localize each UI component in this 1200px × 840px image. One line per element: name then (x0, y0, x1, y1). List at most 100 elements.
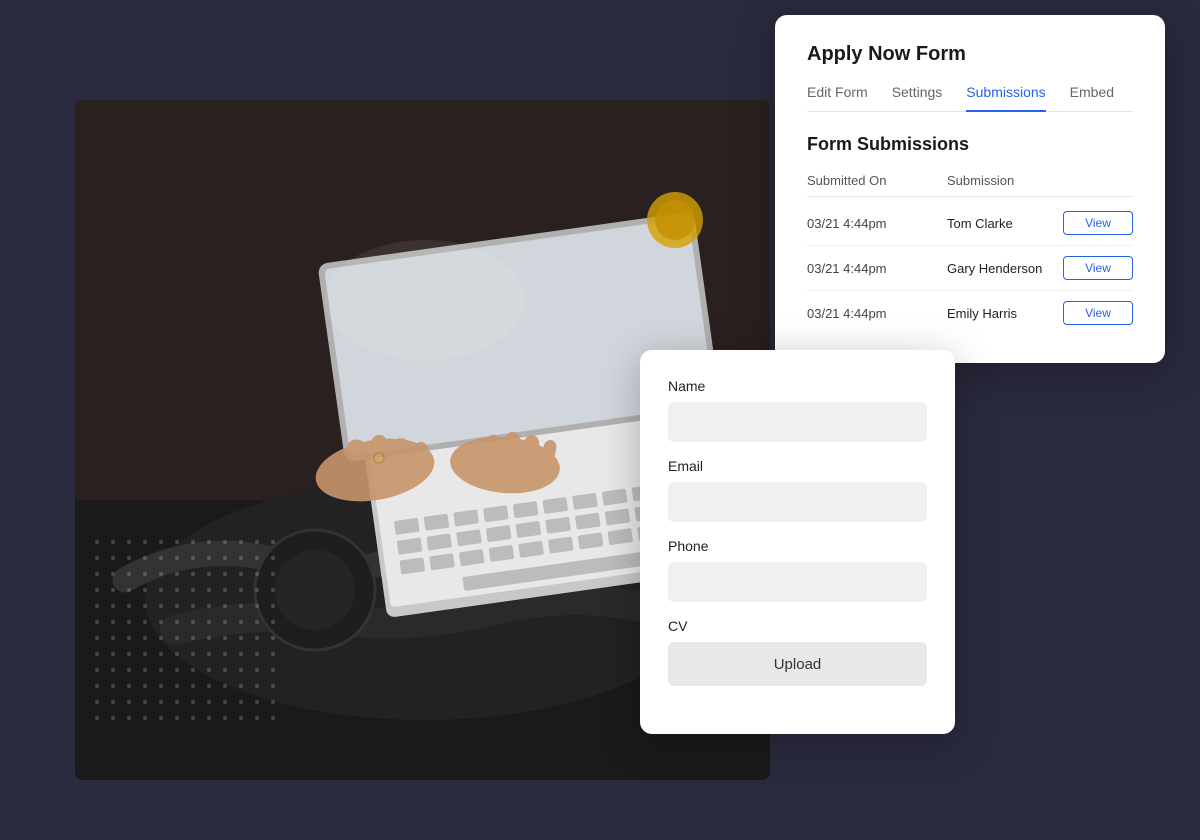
row-3-view-button[interactable]: View (1063, 301, 1133, 325)
dot (255, 556, 259, 560)
email-label: Email (668, 458, 927, 474)
tab-edit-form[interactable]: Edit Form (807, 84, 868, 112)
dot (207, 716, 211, 720)
dot (95, 572, 99, 576)
dot (159, 636, 163, 640)
dot (111, 636, 115, 640)
dot (127, 604, 131, 608)
dot (95, 700, 99, 704)
dot (255, 652, 259, 656)
dot (159, 572, 163, 576)
dot (239, 540, 243, 544)
row-1-view-button[interactable]: View (1063, 211, 1133, 235)
dot (111, 572, 115, 576)
dot (271, 620, 275, 624)
dot (127, 716, 131, 720)
dot (239, 572, 243, 576)
dot (143, 620, 147, 624)
row-2-view-button[interactable]: View (1063, 256, 1133, 280)
dot (239, 652, 243, 656)
tabs-row: Edit Form Settings Submissions Embed (807, 84, 1133, 112)
dot (223, 540, 227, 544)
dot (271, 652, 275, 656)
dot (255, 636, 259, 640)
dot (159, 540, 163, 544)
dot (223, 716, 227, 720)
dot (143, 636, 147, 640)
dot (191, 540, 195, 544)
dot (223, 604, 227, 608)
submissions-card: Apply Now Form Edit Form Settings Submis… (775, 15, 1165, 363)
name-field-group: Name (668, 378, 927, 442)
dot (191, 652, 195, 656)
dot (95, 540, 99, 544)
dot (175, 572, 179, 576)
dot (159, 556, 163, 560)
dot (191, 588, 195, 592)
dot (191, 716, 195, 720)
dot (191, 572, 195, 576)
row-3-name: Emily Harris (947, 306, 1063, 321)
row-1-date: 03/21 4:44pm (807, 216, 947, 231)
section-heading: Form Submissions (807, 134, 1133, 155)
dot (239, 684, 243, 688)
dot (159, 684, 163, 688)
dot (271, 572, 275, 576)
dot (255, 700, 259, 704)
card-title: Apply Now Form (807, 43, 1133, 66)
cv-field-group: CV Upload (668, 618, 927, 686)
dot (159, 620, 163, 624)
dot (271, 668, 275, 672)
dot (111, 652, 115, 656)
dot (111, 588, 115, 592)
dot (207, 636, 211, 640)
dot (127, 668, 131, 672)
row-2-date: 03/21 4:44pm (807, 261, 947, 276)
dot (239, 556, 243, 560)
dot (271, 556, 275, 560)
dot (111, 684, 115, 688)
dot (111, 668, 115, 672)
dot (191, 604, 195, 608)
dot (143, 652, 147, 656)
dot (111, 620, 115, 624)
dot (175, 588, 179, 592)
dot (207, 540, 211, 544)
dot (111, 540, 115, 544)
dot (191, 668, 195, 672)
tab-embed[interactable]: Embed (1070, 84, 1114, 112)
dot (95, 604, 99, 608)
dot (207, 572, 211, 576)
dot (143, 572, 147, 576)
dot (175, 668, 179, 672)
row-1-name: Tom Clarke (947, 216, 1063, 231)
dot (95, 668, 99, 672)
dot (255, 588, 259, 592)
tab-submissions[interactable]: Submissions (966, 84, 1045, 112)
dot (159, 700, 163, 704)
dot (223, 556, 227, 560)
upload-button[interactable]: Upload (668, 642, 927, 686)
dot (239, 636, 243, 640)
row-3-date: 03/21 4:44pm (807, 306, 947, 321)
email-input[interactable] (668, 482, 927, 522)
dot (143, 668, 147, 672)
dot (159, 588, 163, 592)
col-submission: Submission (947, 173, 1063, 188)
dot (127, 620, 131, 624)
name-input[interactable] (668, 402, 927, 442)
dot (143, 700, 147, 704)
dot (271, 588, 275, 592)
dot (175, 716, 179, 720)
dot (239, 700, 243, 704)
tab-settings[interactable]: Settings (892, 84, 943, 112)
dot (223, 668, 227, 672)
dot (175, 652, 179, 656)
dot (207, 604, 211, 608)
dot (127, 588, 131, 592)
dot (191, 636, 195, 640)
dot (175, 620, 179, 624)
dot (271, 540, 275, 544)
phone-input[interactable] (668, 562, 927, 602)
dot (143, 684, 147, 688)
